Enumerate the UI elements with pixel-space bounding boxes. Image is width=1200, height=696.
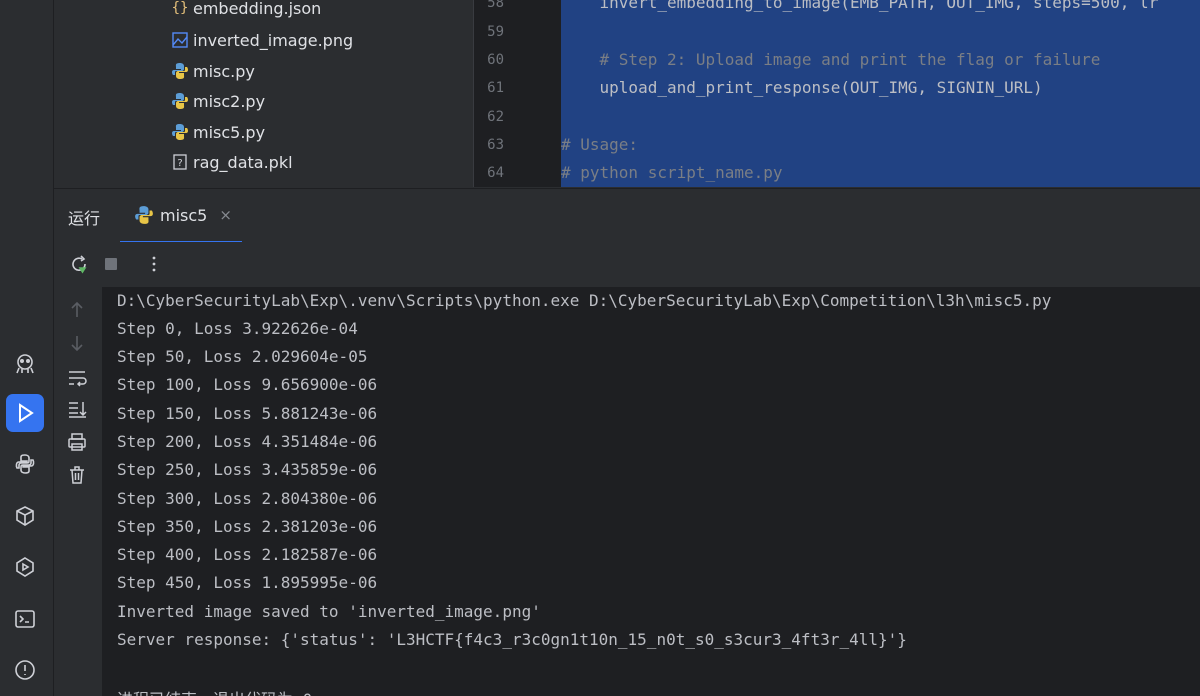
console-line: Step 0, Loss 3.922626e-04 xyxy=(117,319,358,338)
code-line: # python script_name.py xyxy=(561,163,783,182)
console-line: Inverted image saved to 'inverted_image.… xyxy=(117,602,541,621)
python-packages-icon[interactable] xyxy=(6,497,44,535)
tree-item-label: embedding.json xyxy=(193,0,322,18)
code-editor[interactable]: 58 59 60 61 62 63 64 invert_embedding_to… xyxy=(473,0,1200,187)
console-line: Step 350, Loss 2.381203e-06 xyxy=(117,517,378,536)
activity-bar xyxy=(0,0,54,696)
line-number: 64 xyxy=(487,165,504,181)
tree-item-rag-data[interactable]: ? rag_data.pkl xyxy=(171,149,293,175)
console-line: Step 50, Loss 2.029604e-05 xyxy=(117,347,368,366)
console-line: Step 100, Loss 9.656900e-06 xyxy=(117,375,378,394)
console-line: Step 450, Loss 1.895995e-06 xyxy=(117,573,378,592)
soft-wrap-icon[interactable] xyxy=(66,367,88,389)
python-file-icon xyxy=(171,123,189,141)
arrow-up-icon[interactable] xyxy=(66,299,88,321)
tree-item-label: rag_data.pkl xyxy=(193,152,293,172)
line-number: 58 xyxy=(487,0,504,11)
run-panel-title: 运行 xyxy=(68,209,101,228)
tree-item-misc5[interactable]: misc5.py xyxy=(171,119,265,145)
line-number: 60 xyxy=(487,52,504,68)
code-line: # Usage: xyxy=(561,135,639,154)
tree-item-label: misc.py xyxy=(193,61,255,81)
code-line: invert_embedding_to_image(EMB_PATH, OUT_… xyxy=(561,0,1159,12)
tree-item-inverted-image[interactable]: inverted_image.png xyxy=(171,27,353,53)
svg-text:?: ? xyxy=(177,158,182,169)
console-line: Server response: {'status': 'L3HCTF{f4c3… xyxy=(117,630,907,649)
line-number: 61 xyxy=(487,80,504,96)
unknown-file-icon: ? xyxy=(171,153,189,171)
terminal-icon[interactable] xyxy=(6,600,44,638)
python-file-icon xyxy=(135,206,153,224)
print-icon[interactable] xyxy=(66,431,88,453)
line-number: 59 xyxy=(487,24,504,40)
editor-gutter: 58 59 60 61 62 63 64 xyxy=(474,0,560,187)
json-file-icon: {} xyxy=(171,0,189,16)
tree-item-label: misc2.py xyxy=(193,91,266,111)
console-line: Step 300, Loss 2.804380e-06 xyxy=(117,489,378,508)
more-options-icon[interactable] xyxy=(143,253,165,275)
console-line: Step 250, Loss 3.435859e-06 xyxy=(117,460,378,479)
python-file-icon xyxy=(171,62,189,80)
python-file-icon xyxy=(171,92,189,110)
run-toolbar xyxy=(54,242,1200,287)
console-line: Step 150, Loss 5.881243e-06 xyxy=(117,404,378,423)
scroll-to-end-icon[interactable] xyxy=(66,398,88,420)
run-panel-header: 运行 misc5 × xyxy=(54,188,1200,243)
tree-item-misc[interactable]: misc.py xyxy=(171,58,255,84)
tree-item-label: misc5.py xyxy=(193,122,266,142)
tree-item-label: inverted_image.png xyxy=(193,30,354,50)
line-number: 63 xyxy=(487,137,504,153)
code-line: upload_and_print_response(OUT_IMG, SIGNI… xyxy=(561,78,1043,97)
run-icon[interactable] xyxy=(6,394,44,432)
ai-assistant-icon[interactable] xyxy=(6,345,44,383)
stop-icon[interactable] xyxy=(100,253,122,275)
tree-item-embedding-json[interactable]: {} embedding.json xyxy=(171,0,322,21)
tab-misc5[interactable]: misc5 × xyxy=(120,189,242,243)
console-line: D:\CyberSecurityLab\Exp\.venv\Scripts\py… xyxy=(117,291,1052,310)
services-icon[interactable] xyxy=(6,548,44,586)
trash-icon[interactable] xyxy=(66,464,88,486)
tab-label: misc5 xyxy=(160,205,208,225)
console-line: Step 200, Loss 4.351484e-06 xyxy=(117,432,378,451)
tree-item-misc2[interactable]: misc2.py xyxy=(171,88,265,114)
console-output[interactable]: D:\CyberSecurityLab\Exp\.venv\Scripts\py… xyxy=(102,287,1200,696)
console-line: Step 400, Loss 2.182587e-06 xyxy=(117,545,378,564)
image-file-icon xyxy=(171,31,189,49)
project-tree: {} embedding.json inverted_image.png mis… xyxy=(54,0,473,187)
line-number: 62 xyxy=(487,109,504,125)
problems-icon[interactable] xyxy=(6,651,44,689)
arrow-down-icon[interactable] xyxy=(66,332,88,354)
python-console-icon[interactable] xyxy=(6,445,44,483)
console-side-toolbar xyxy=(54,287,102,696)
rerun-icon[interactable] xyxy=(68,253,90,275)
close-icon[interactable]: × xyxy=(219,206,232,224)
console-line: 进程已结束，退出代码为 0 xyxy=(117,686,312,696)
code-line: # Step 2: Upload image and print the fla… xyxy=(561,50,1101,69)
